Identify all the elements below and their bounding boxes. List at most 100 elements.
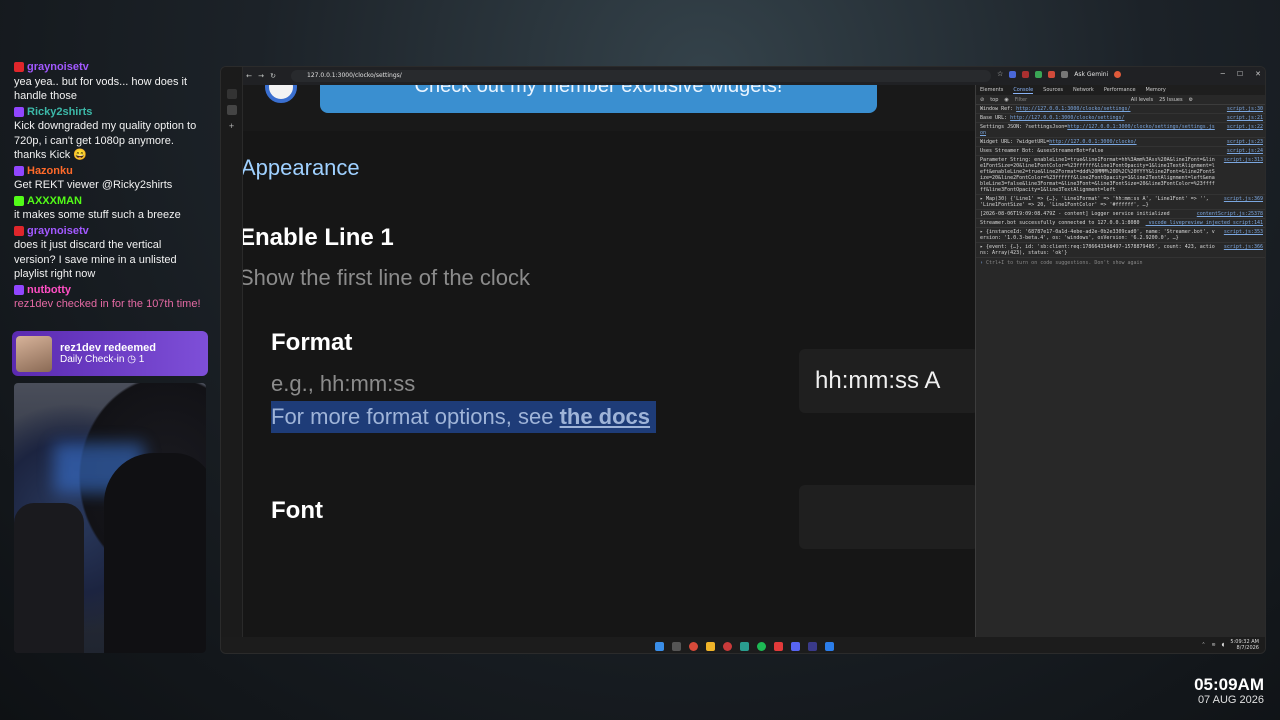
profile-avatar[interactable] bbox=[1114, 70, 1122, 78]
streamerbot-icon[interactable] bbox=[807, 641, 817, 651]
context-select[interactable]: top bbox=[990, 97, 998, 103]
console-log-source[interactable]: _vscode_livepreview_injected_script:141 bbox=[1146, 220, 1263, 226]
console-log-source[interactable]: script.js:22 bbox=[1227, 124, 1263, 136]
wifi-icon[interactable]: ≋ bbox=[1212, 642, 1216, 648]
vertical-tabs-sidebar: + bbox=[221, 67, 243, 637]
devtools-tab-performance[interactable]: Performance bbox=[1104, 87, 1136, 93]
console-log-message: ▸ {instanceId: '68787e17-0a1d-4ebe-ad2e-… bbox=[980, 229, 1215, 241]
console-log-source[interactable]: script.js:353 bbox=[1224, 229, 1263, 241]
address-bar[interactable]: 127.0.0.1:3000/clocko/settings/ bbox=[291, 70, 991, 82]
windows-taskbar: ⌃ ≋ ◖ 5:09:32 AM 8/7/2026 bbox=[221, 637, 1265, 653]
extension-icon[interactable] bbox=[1035, 70, 1043, 78]
minimize-icon[interactable]: ─ bbox=[1221, 70, 1225, 78]
prompt-chevron-icon: › bbox=[980, 260, 984, 266]
devtools-tab-console[interactable]: Console bbox=[1013, 87, 1034, 94]
forward-icon[interactable]: → bbox=[255, 72, 267, 80]
console-log-link[interactable]: http://127.0.0.1:3000/clocko/settings/ bbox=[1010, 115, 1124, 121]
log-levels-select[interactable]: All levels bbox=[1131, 97, 1153, 103]
console-log-source[interactable]: script.js:24 bbox=[1227, 148, 1263, 154]
tab-favicon[interactable] bbox=[226, 89, 237, 99]
console-log-list: Window Ref: http://127.0.0.1:3000/clocko… bbox=[976, 105, 1265, 258]
address-url: 127.0.0.1:3000/clocko/settings/ bbox=[307, 72, 402, 79]
streamer-silhouette bbox=[104, 453, 206, 653]
folder-icon[interactable] bbox=[705, 641, 715, 651]
console-filter-input[interactable]: Filter bbox=[1015, 97, 1125, 103]
devtools-tab-network[interactable]: Network bbox=[1073, 87, 1094, 93]
ask-gemini-button[interactable]: Ask Gemini bbox=[1074, 71, 1108, 78]
font-input[interactable] bbox=[799, 485, 975, 549]
extension-icon[interactable] bbox=[1009, 70, 1017, 78]
window-controls: ─ ☐ ✕ bbox=[1221, 70, 1261, 78]
console-log-link[interactable]: http://127.0.0.1:3000/clocko/ bbox=[1049, 139, 1136, 145]
eye-icon[interactable]: ◉ bbox=[1004, 97, 1008, 103]
back-icon[interactable]: ← bbox=[243, 72, 255, 80]
console-log-source[interactable]: script.js:23 bbox=[1227, 139, 1263, 145]
chevron-up-icon[interactable]: ⌃ bbox=[1201, 642, 1205, 648]
chrome-canary-icon[interactable] bbox=[722, 641, 732, 651]
browser-toolbar: ← → ↻ 127.0.0.1:3000/clocko/settings/ ☆ … bbox=[221, 67, 1265, 85]
console-log-text: ▸ {instanceId: '68787e17-0a1d-4ebe-ad2e-… bbox=[980, 229, 1216, 241]
console-log-source[interactable]: script.js:30 bbox=[1227, 106, 1263, 112]
webcam-feed bbox=[14, 383, 206, 653]
redeem-title: rez1dev redeemed bbox=[60, 342, 156, 354]
console-log-message: ▸ Map(30) {'Line1' => {…}, 'Line1Format'… bbox=[980, 196, 1209, 208]
chat-message: AXXXMAN it makes some stuff such a breeze bbox=[14, 194, 204, 223]
extension-icon[interactable] bbox=[1048, 70, 1056, 78]
chat-message: graynoisetv yea yea.. but for vods... how… bbox=[14, 60, 204, 104]
redeem-alert: rez1dev redeemed Daily Check-in ◷ 1 bbox=[12, 331, 208, 376]
tab-favicon[interactable] bbox=[226, 105, 237, 115]
close-icon[interactable]: ✕ bbox=[1255, 70, 1261, 78]
clear-console-icon[interactable]: ⊘ bbox=[980, 97, 984, 103]
start-menu-icon[interactable] bbox=[654, 641, 664, 651]
chrome-icon[interactable] bbox=[688, 641, 698, 651]
docs-link[interactable]: the docs bbox=[560, 404, 650, 429]
console-log-link[interactable]: http://127.0.0.1:3000/clocko/settings/ bbox=[1016, 106, 1130, 112]
console-log-text: Uses Streamer Bot: &usesStreamerBot=fals… bbox=[980, 148, 1216, 154]
chat-message-text: Kick downgraded my quality option to 720… bbox=[14, 120, 197, 161]
app-icon[interactable] bbox=[739, 641, 749, 651]
twitch-icon bbox=[14, 284, 24, 295]
console-log-row: Streamer.bot successfully connected to 1… bbox=[976, 219, 1265, 228]
stream-clock-date: 07 AUG 2026 bbox=[1197, 694, 1264, 706]
chat-message-text: Get REKT viewer @Ricky2shirts bbox=[14, 179, 173, 191]
console-log-source[interactable]: contentScript.js:25378 bbox=[1197, 211, 1263, 217]
console-log-source[interactable]: script.js:313 bbox=[1224, 157, 1263, 193]
extension-icon[interactable] bbox=[1022, 70, 1030, 78]
volume-icon[interactable]: ◖ bbox=[1222, 642, 1225, 648]
console-log-row: ▸ Map(30) {'Line1' => {…}, 'Line1Format'… bbox=[976, 195, 1265, 210]
vscode-icon[interactable] bbox=[824, 641, 834, 651]
extensions-puzzle-icon[interactable] bbox=[1061, 70, 1069, 78]
console-toolbar: ⊘ top ◉ Filter All levels 25 Issues ⚙ bbox=[976, 95, 1265, 105]
maximize-icon[interactable]: ☐ bbox=[1237, 70, 1243, 78]
taskbar-clock[interactable]: 5:09:32 AM 8/7/2026 bbox=[1230, 639, 1259, 651]
console-log-text: ▸ Map(30) {'Line1' => {…}, 'Line1Format'… bbox=[980, 196, 1216, 208]
file-explorer-icon[interactable] bbox=[671, 641, 681, 651]
taskbar-date: 8/7/2026 bbox=[1236, 645, 1259, 651]
devtools-tab-memory[interactable]: Memory bbox=[1146, 87, 1166, 93]
format-input[interactable]: hh:mm:ss A bbox=[799, 349, 975, 413]
chat-message-header: graynoisetv bbox=[14, 60, 204, 75]
issues-count[interactable]: 25 Issues bbox=[1159, 97, 1183, 103]
devtools-tab-elements[interactable]: Elements bbox=[980, 87, 1003, 93]
youtube-icon bbox=[14, 62, 24, 73]
console-log-source[interactable]: script.js:366 bbox=[1224, 244, 1263, 256]
chat-username: Ricky2shirts bbox=[27, 105, 93, 118]
timer-icon: ◷ bbox=[127, 354, 136, 365]
spotify-icon[interactable] bbox=[756, 641, 766, 651]
discord-icon[interactable] bbox=[790, 641, 800, 651]
reload-icon[interactable]: ↻ bbox=[267, 72, 279, 80]
promo-banner[interactable]: Check out my member exclusive widgets! bbox=[320, 85, 877, 113]
settings-gear-icon[interactable]: ⚙ bbox=[1189, 97, 1193, 103]
obs-icon[interactable] bbox=[773, 641, 783, 651]
console-prompt[interactable]: › Ctrl+I to turn on code suggestions. Do… bbox=[976, 258, 1265, 268]
chat-message-header: nutbotty bbox=[14, 283, 204, 298]
console-log-source[interactable]: script.js:21 bbox=[1227, 115, 1263, 121]
devtools-tab-sources[interactable]: Sources bbox=[1043, 87, 1063, 93]
console-log-row: Parameter String: enableLine1=true&line1… bbox=[976, 156, 1265, 195]
format-more-text: For more format options, see bbox=[271, 404, 560, 429]
font-label: Font bbox=[271, 497, 323, 524]
system-tray: ⌃ ≋ ◖ 5:09:32 AM 8/7/2026 bbox=[1201, 639, 1259, 651]
new-tab-icon[interactable]: + bbox=[227, 121, 237, 131]
console-log-source[interactable]: script.js:369 bbox=[1224, 196, 1263, 208]
bookmark-star-icon[interactable]: ☆ bbox=[997, 70, 1003, 78]
